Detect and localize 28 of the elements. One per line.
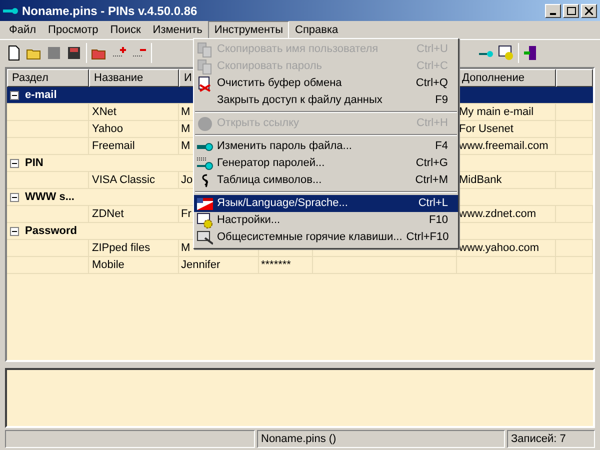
table-cell-text: XNet xyxy=(92,104,116,120)
table-cell-text: Freemail xyxy=(92,138,135,154)
table-cell-text: ZDNet xyxy=(92,206,124,222)
table-cell-text: Fr xyxy=(181,206,192,222)
table-cell-text: MidBank xyxy=(459,172,502,188)
window-title: Noname.pins - PINs v.4.50.0.86 xyxy=(22,2,198,20)
status-text: Noname.pins () xyxy=(261,432,336,447)
table-cell-text: VISA Classic xyxy=(92,172,155,188)
status-text: Записей: 7 xyxy=(511,432,566,447)
table-cell-text: ******* xyxy=(261,258,291,273)
group-label: WWW s... xyxy=(25,190,74,205)
table-cell-text: www.freemail.com xyxy=(459,138,548,154)
table-cell-text: M xyxy=(181,104,190,120)
table-cell-text: www.yahoo.com xyxy=(459,240,540,256)
table-cell-text: ZIPped files xyxy=(92,240,150,256)
table-cell-text: Mobile xyxy=(92,258,124,273)
table-cell-text: For Usenet xyxy=(459,122,514,137)
table-cell-text: My main e-mail xyxy=(459,104,534,120)
table-cell-text: M xyxy=(181,122,190,137)
table-cell-text: M xyxy=(181,138,190,154)
table-cell-text: Jo xyxy=(181,172,193,188)
table-cell-text: Jennifer xyxy=(181,258,220,273)
group-label: PIN xyxy=(25,156,44,171)
group-label: e-mail xyxy=(25,88,57,103)
table-cell-text: www.zdnet.com xyxy=(459,206,536,222)
table-cell-text: Yahoo xyxy=(92,122,123,137)
table-cell-text: M xyxy=(181,240,190,256)
group-label: Password xyxy=(25,224,77,239)
